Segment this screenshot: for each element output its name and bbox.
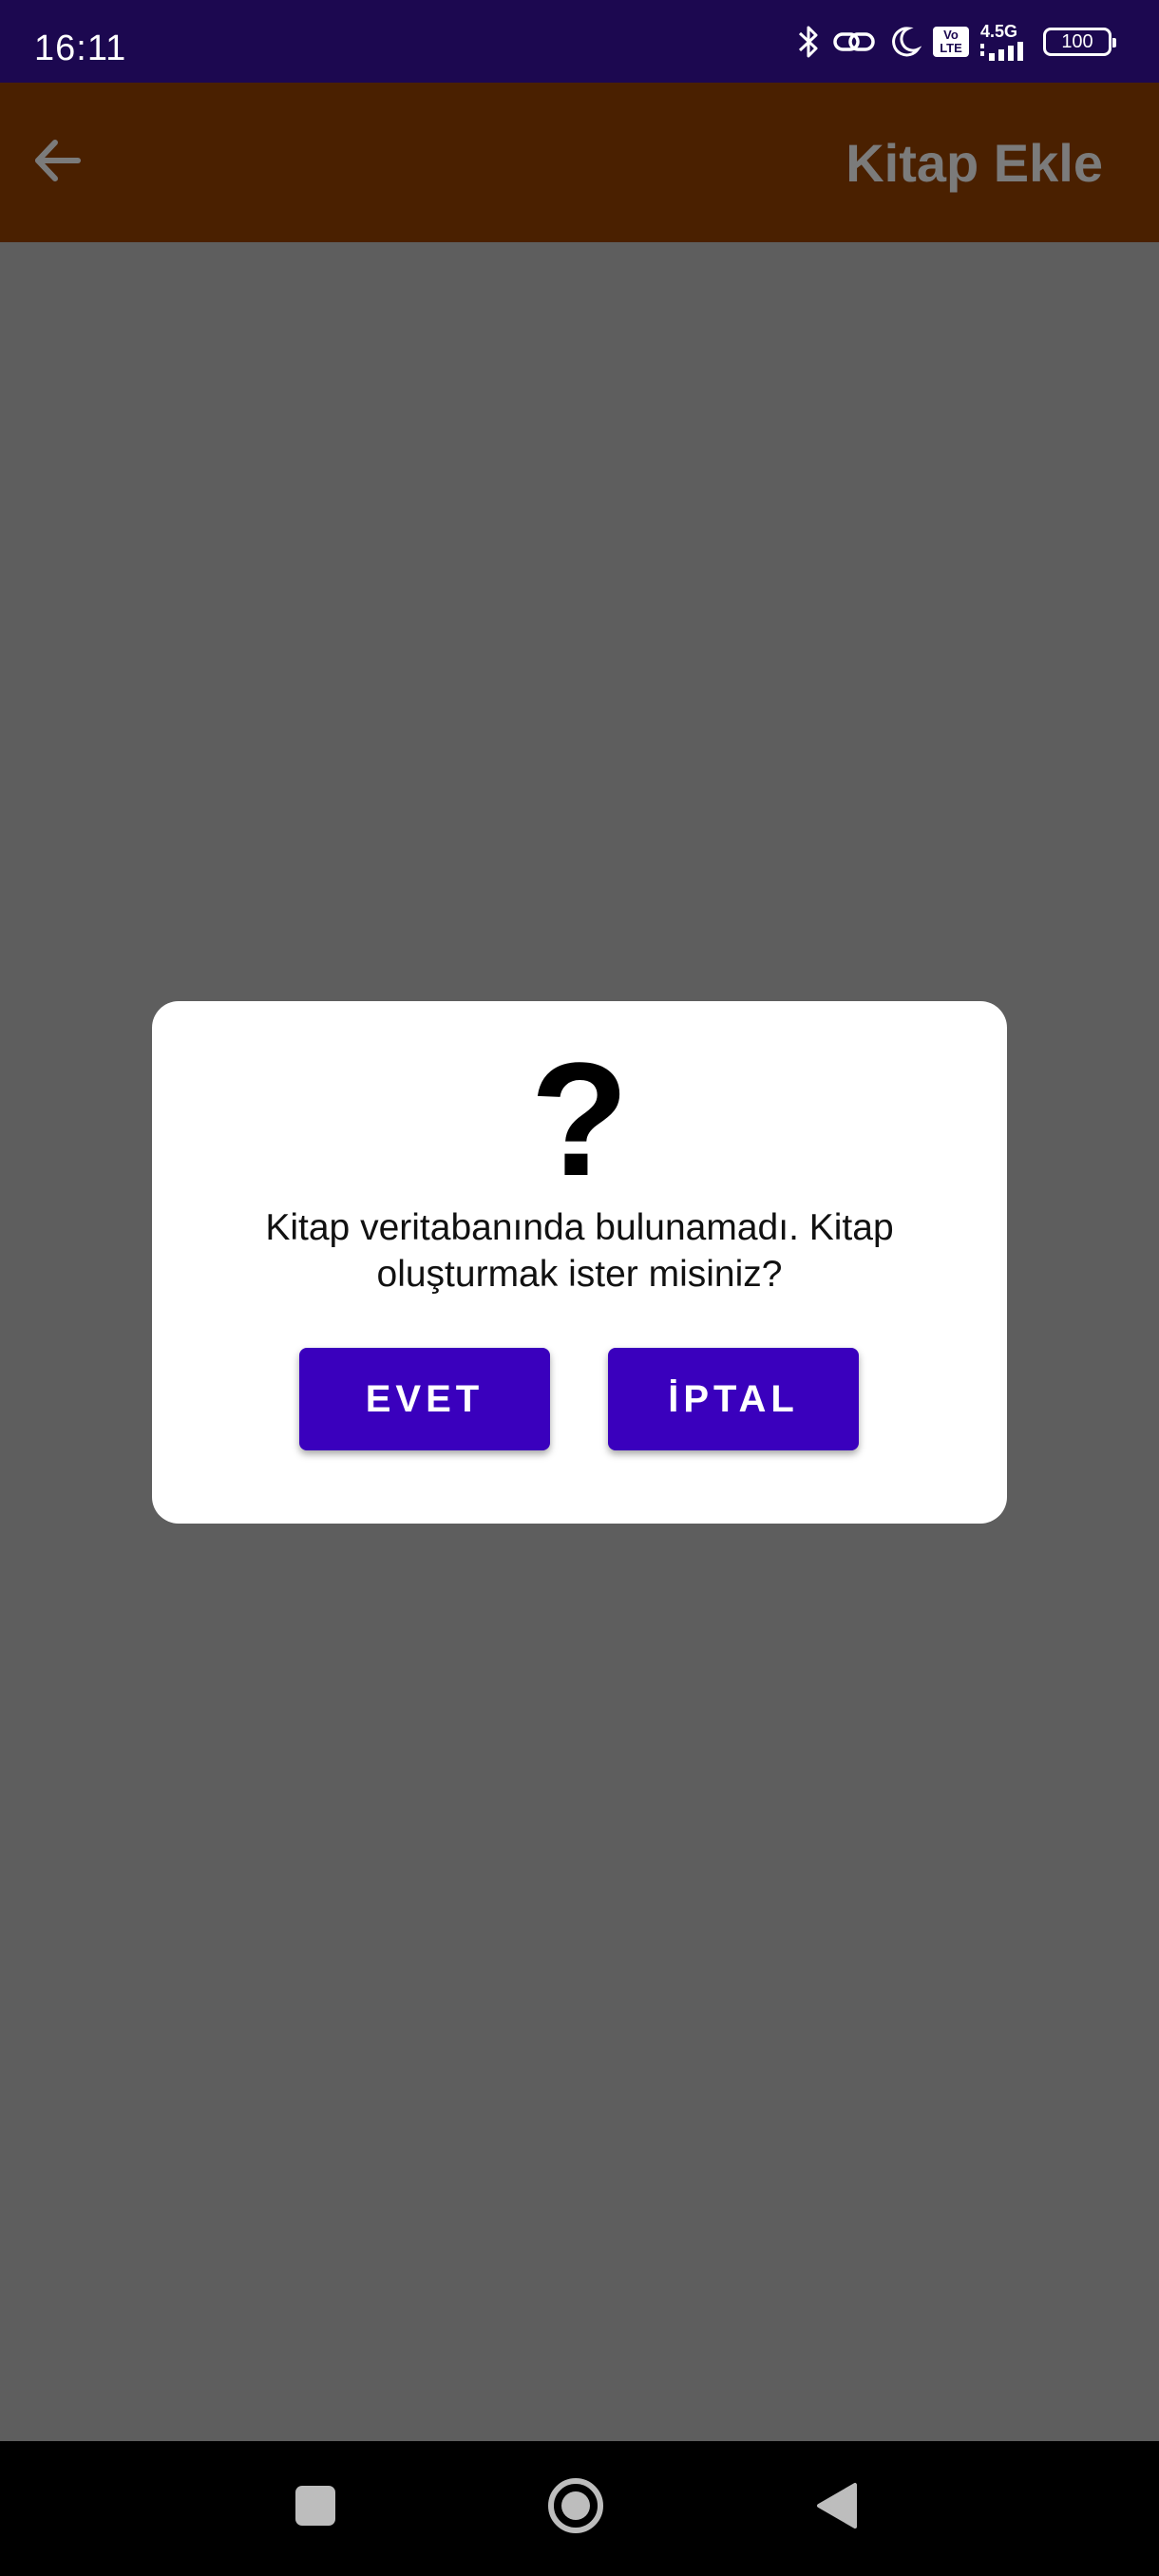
back-button[interactable] — [21, 132, 93, 193]
arrow-back-icon — [30, 134, 84, 192]
recents-icon — [294, 2484, 337, 2532]
app-bar: Kitap Ekle — [0, 83, 1159, 242]
bluetooth-icon — [796, 23, 821, 61]
moon-icon — [887, 25, 922, 59]
link-icon — [832, 25, 876, 59]
battery-icon: 100 — [1043, 28, 1116, 56]
signal-icon: 4.5G — [980, 23, 1032, 61]
volte-icon: Vo LTE — [933, 27, 969, 57]
navigation-bar — [0, 2441, 1159, 2576]
confirm-dialog: ? Kitap veritabanında bulunamadı. Kitap … — [152, 1001, 1007, 1524]
question-mark-icon: ? — [530, 1030, 629, 1210]
home-icon — [546, 2476, 605, 2540]
dialog-message: Kitap veritabanında bulunamadı. Kitap ol… — [265, 1207, 894, 1295]
yes-button[interactable]: EVET — [299, 1348, 550, 1450]
page-title: Kitap Ekle — [846, 133, 1103, 193]
cancel-button[interactable]: İPTAL — [608, 1348, 859, 1450]
home-button[interactable] — [538, 2470, 614, 2546]
volte-label: Vo — [943, 28, 959, 42]
status-icons: Vo LTE 4.5G 100 — [796, 21, 1116, 63]
recents-button[interactable] — [277, 2470, 353, 2546]
status-time: 16:11 — [34, 28, 127, 68]
status-bar: 16:11 Vo LTE 4.5G 100 — [0, 0, 1159, 83]
network-type: 4.5G — [980, 22, 1018, 41]
back-icon — [813, 2481, 859, 2535]
battery-level: 100 — [1061, 30, 1093, 52]
lte-label: LTE — [940, 41, 962, 55]
nav-back-button[interactable] — [798, 2470, 874, 2546]
